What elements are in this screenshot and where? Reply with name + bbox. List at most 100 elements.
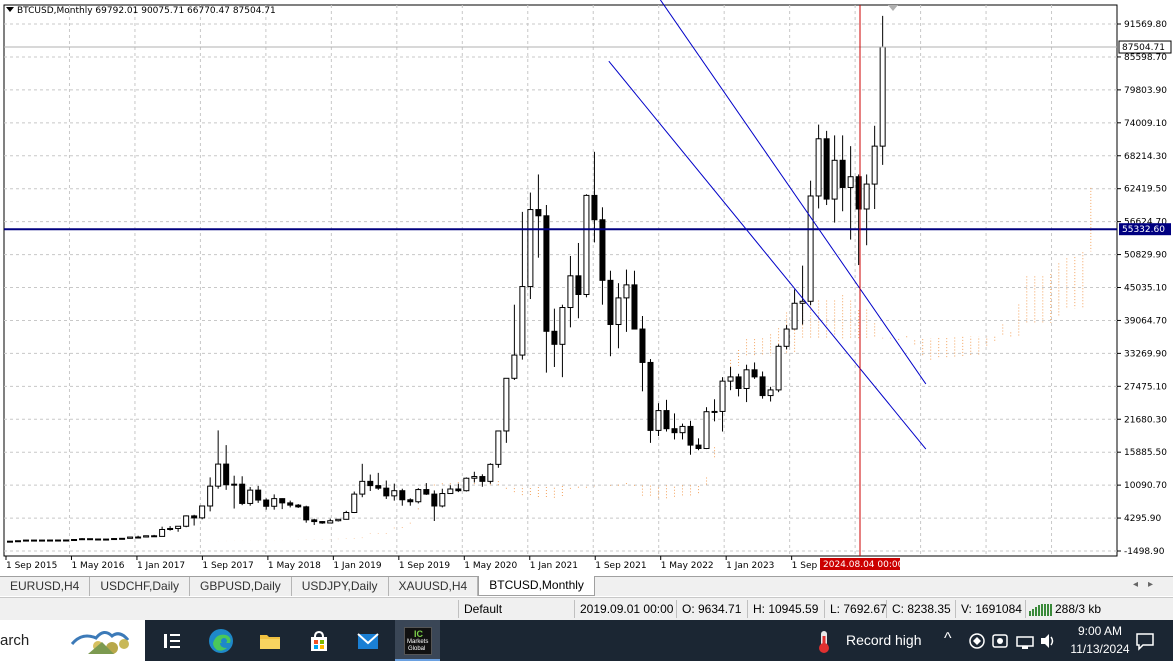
candle-body bbox=[255, 489, 262, 501]
price-label: 10090.70 bbox=[1124, 481, 1167, 491]
time-label: 1 May 2022 bbox=[661, 561, 714, 571]
time-label: 1 May 2018 bbox=[268, 561, 321, 571]
candle-body bbox=[823, 138, 830, 200]
time-label: 1 May 2020 bbox=[464, 561, 517, 571]
candle-body bbox=[239, 483, 246, 504]
taskbar-search[interactable]: arch bbox=[0, 620, 145, 661]
tab-xauusd[interactable]: XAUUSD,H4 bbox=[389, 577, 479, 596]
candle-body bbox=[567, 275, 574, 309]
tab-scroll-arrows[interactable]: ◂▸ bbox=[1133, 579, 1163, 590]
taskbar: arch IC Markets Global Record high ^ 9:0… bbox=[0, 620, 1173, 661]
candle-body bbox=[655, 410, 662, 431]
time-label: 1 Jan 2023 bbox=[726, 561, 774, 571]
network-icon[interactable] bbox=[1015, 628, 1035, 654]
candle-body bbox=[615, 297, 622, 326]
candle-body bbox=[327, 520, 334, 524]
time-label: 1 Sep 2019 bbox=[399, 561, 451, 571]
candle-body bbox=[647, 361, 654, 431]
task-view-icon[interactable] bbox=[159, 628, 185, 654]
notifications-icon[interactable] bbox=[1134, 628, 1156, 654]
candle-body bbox=[511, 354, 518, 379]
mail-icon[interactable] bbox=[355, 628, 381, 654]
candle-body bbox=[639, 328, 646, 363]
status-profile[interactable]: Default bbox=[464, 602, 502, 616]
candle-body bbox=[455, 488, 462, 492]
price-chart[interactable]: 91569.80 85598.70 79803.90 74009.10 68214.30… bbox=[0, 0, 1173, 575]
candle-body bbox=[839, 159, 846, 188]
status-high: H: 10945.59 bbox=[753, 602, 819, 616]
time-label: 1 May 2016 bbox=[71, 561, 124, 571]
tab-usdchf[interactable]: USDCHF,Daily bbox=[90, 577, 191, 596]
status-separator bbox=[574, 600, 575, 618]
tab-btcusd[interactable]: BTCUSD,Monthly bbox=[478, 576, 595, 596]
candle-body bbox=[551, 330, 558, 345]
candle-body bbox=[79, 538, 86, 541]
search-text: arch bbox=[0, 632, 30, 649]
candle-body bbox=[575, 275, 582, 295]
metatrader-taskbar-button[interactable]: IC Markets Global bbox=[395, 620, 440, 661]
candle-body bbox=[831, 159, 838, 200]
clock-time[interactable]: 9:00 AM bbox=[1070, 624, 1130, 638]
candle-body bbox=[591, 194, 598, 221]
candle-body bbox=[95, 538, 102, 541]
candle-body bbox=[231, 483, 238, 486]
tab-gbpusd[interactable]: GBPUSD,Daily bbox=[190, 577, 292, 596]
status-separator bbox=[458, 600, 459, 618]
status-close: C: 8238.35 bbox=[892, 602, 951, 616]
candle-body bbox=[399, 490, 406, 501]
ic-markets-icon: IC Markets Global bbox=[404, 627, 432, 655]
hline-price-label: 55332.60 bbox=[1122, 225, 1165, 235]
candle-body bbox=[55, 539, 62, 542]
candle-body bbox=[767, 389, 774, 397]
price-label: 4295.90 bbox=[1124, 514, 1161, 524]
dropdown-triangle-icon[interactable] bbox=[6, 7, 14, 12]
candle-body bbox=[135, 536, 142, 539]
clock-date[interactable]: 11/13/2024 bbox=[1062, 642, 1138, 656]
thermometer-icon[interactable] bbox=[815, 628, 833, 654]
store-icon[interactable] bbox=[306, 628, 332, 654]
file-explorer-icon[interactable] bbox=[257, 628, 283, 654]
candle-body bbox=[103, 538, 110, 541]
candle-body bbox=[431, 493, 438, 507]
price-label: 33269.90 bbox=[1124, 349, 1167, 359]
candle-body bbox=[663, 410, 670, 430]
candle-body bbox=[447, 488, 454, 495]
candle-body bbox=[319, 521, 326, 524]
price-label: 21680.30 bbox=[1124, 415, 1167, 425]
edge-browser-icon[interactable] bbox=[208, 628, 234, 654]
candle-body bbox=[463, 477, 470, 492]
candle-body bbox=[71, 539, 78, 542]
candle-body bbox=[871, 145, 878, 185]
candle-body bbox=[7, 540, 13, 543]
candle-body bbox=[31, 539, 38, 542]
candle-body bbox=[559, 307, 566, 345]
candle-body bbox=[119, 537, 126, 540]
sync-icon[interactable] bbox=[990, 628, 1010, 654]
candle-body bbox=[287, 502, 294, 506]
tab-eurusd[interactable]: EURUSD,H4 bbox=[0, 577, 91, 596]
candle-body bbox=[727, 376, 734, 382]
candle-body bbox=[879, 46, 886, 147]
candle-body bbox=[703, 411, 710, 450]
candle-body bbox=[223, 463, 230, 486]
status-separator bbox=[886, 600, 887, 618]
status-separator bbox=[676, 600, 677, 618]
candle-body bbox=[15, 540, 22, 543]
price-label: -1498.90 bbox=[1124, 547, 1165, 557]
candle-body bbox=[711, 410, 718, 413]
candle-body bbox=[215, 463, 222, 487]
speaker-icon[interactable] bbox=[1038, 628, 1058, 654]
dropbox-icon[interactable] bbox=[968, 628, 986, 654]
connection-bars-icon[interactable] bbox=[1029, 604, 1053, 616]
candle-body bbox=[775, 345, 782, 391]
price-label: 68214.30 bbox=[1124, 152, 1167, 162]
candle-body bbox=[503, 377, 510, 432]
price-label: 85598.70 bbox=[1124, 53, 1167, 63]
candle-body bbox=[199, 505, 206, 519]
weather-text[interactable]: Record high bbox=[846, 632, 922, 648]
chevron-up-icon[interactable]: ^ bbox=[944, 630, 952, 648]
candle-body bbox=[527, 209, 534, 288]
tab-usdjpy[interactable]: USDJPY,Daily bbox=[292, 577, 389, 596]
candle-body bbox=[127, 536, 134, 539]
chart-area[interactable]: 91569.80 85598.70 79803.90 74009.10 68214.30… bbox=[0, 0, 1173, 575]
